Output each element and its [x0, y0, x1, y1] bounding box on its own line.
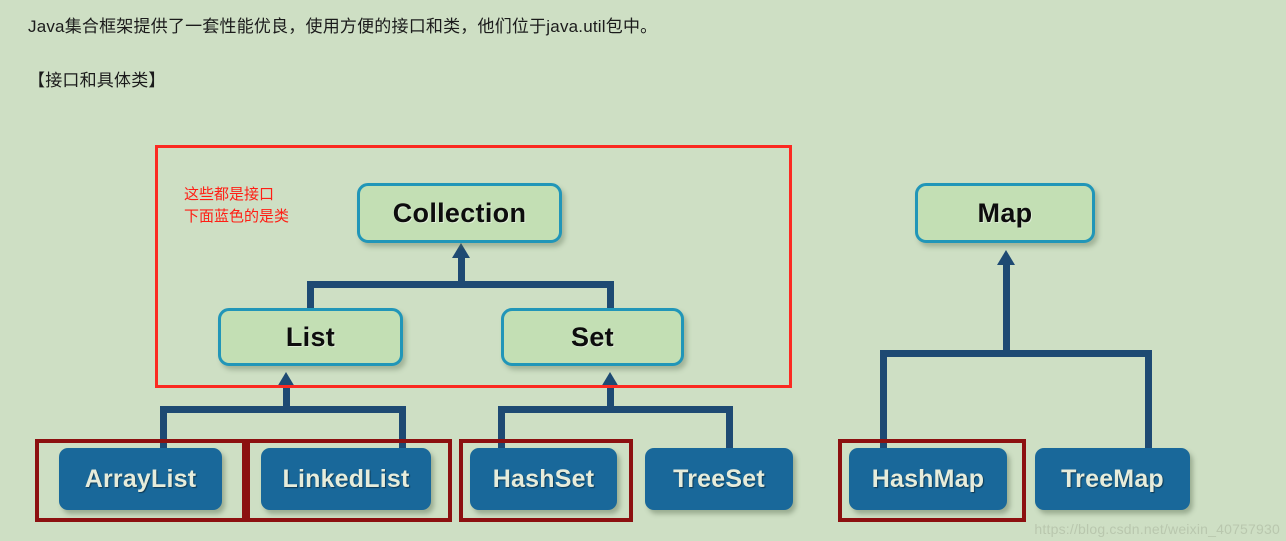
node-hashset-label: HashSet — [492, 464, 595, 493]
node-linkedlist-label: LinkedList — [282, 464, 410, 493]
node-collection-label: Collection — [392, 197, 527, 228]
node-hashmap-label: HashMap — [871, 464, 985, 493]
node-treemap[interactable]: TreeMap — [1035, 448, 1190, 510]
node-hashset[interactable]: HashSet — [470, 448, 617, 510]
connector-leg-linkedlist — [399, 406, 406, 448]
connector-leg-hashmap — [880, 350, 887, 448]
connector-leg-treeset — [726, 406, 733, 448]
node-collection[interactable]: Collection — [357, 183, 562, 243]
node-set-label: Set — [571, 321, 614, 352]
node-map-label: Map — [977, 197, 1033, 228]
annotation-line-2: 下面蓝色的是类 — [184, 208, 290, 225]
node-map[interactable]: Map — [915, 183, 1095, 243]
node-arraylist-label: ArrayList — [84, 464, 197, 493]
node-list-label: List — [285, 321, 336, 352]
section-heading: 【接口和具体类】 — [28, 71, 166, 90]
connector-map-stem — [1003, 263, 1010, 356]
node-linkedlist[interactable]: LinkedList — [261, 448, 431, 510]
node-arraylist[interactable]: ArrayList — [59, 448, 222, 510]
connector-collection-bar — [307, 281, 614, 288]
connector-set-bar — [498, 406, 733, 413]
node-treeset-label: TreeSet — [673, 464, 765, 493]
connector-list-bar — [160, 406, 406, 413]
watermark-url: https://blog.csdn.net/weixin_40757930 — [1034, 521, 1280, 537]
interface-annotation-note: 这些都是接口 下面蓝色的是类 — [184, 184, 289, 228]
node-hashmap[interactable]: HashMap — [849, 448, 1007, 510]
node-list[interactable]: List — [218, 308, 403, 366]
connector-leg-arraylist — [160, 406, 167, 448]
annotation-line-1: 这些都是接口 — [184, 186, 275, 203]
node-set[interactable]: Set — [501, 308, 684, 366]
connector-leg-hashset — [498, 406, 505, 448]
node-treeset[interactable]: TreeSet — [645, 448, 793, 510]
intro-paragraph: Java集合框架提供了一套性能优良，使用方便的接口和类，他们位于java.uti… — [28, 17, 658, 36]
node-treemap-label: TreeMap — [1061, 464, 1164, 493]
collection-framework-diagram: 这些都是接口 下面蓝色的是类 Collection List Set Map A… — [0, 110, 1286, 541]
connector-map-bar — [880, 350, 1152, 357]
connector-leg-treemap — [1145, 350, 1152, 448]
